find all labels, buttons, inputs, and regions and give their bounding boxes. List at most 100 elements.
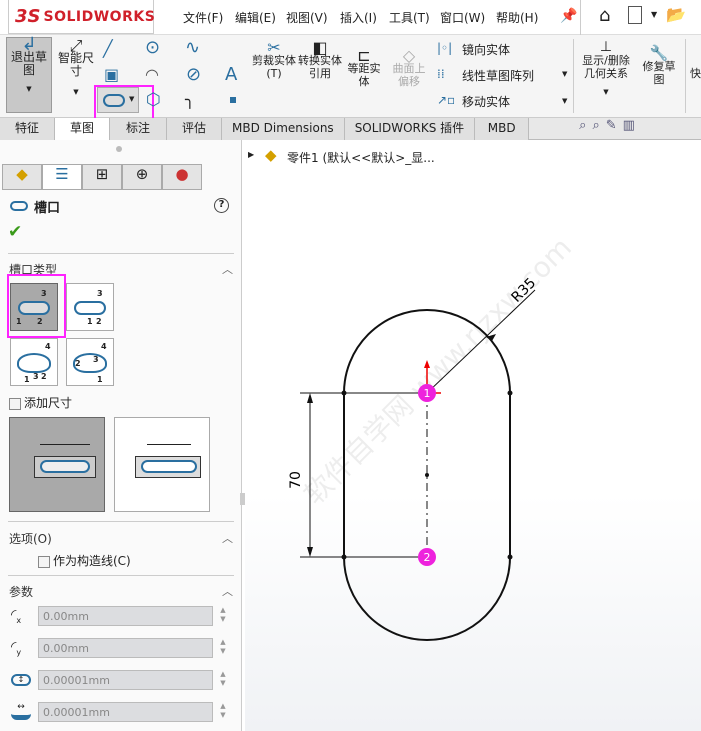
dimension-line — [40, 444, 90, 445]
tab-sketch[interactable]: 草图 — [55, 118, 110, 140]
sketch-point[interactable] — [507, 390, 513, 396]
spinner[interactable]: ▲ ▼ — [215, 638, 231, 658]
offset-entities-button[interactable]: ⊏ 等距实体 — [344, 46, 384, 89]
command-tabs: 特征 草图 标注 评估 MBD Dimensions SOLIDWORKS 插件… — [0, 118, 701, 140]
feature-manager-tab-icon[interactable]: ◆ — [2, 164, 42, 190]
three-point-arc-slot-button[interactable]: 1 3 2 4 — [10, 338, 58, 386]
convert-icon: ◧ — [312, 38, 328, 57]
offset-on-surface-button[interactable]: ◇ 曲面上偏移 — [389, 48, 429, 89]
offset-icon: ⊏ — [357, 46, 371, 65]
radius-dimension[interactable]: R35 — [509, 275, 540, 306]
smart-dimension-button[interactable]: ⤢ 智能尺寸 ▼ — [54, 38, 98, 99]
length-dimension[interactable]: 70 — [288, 471, 304, 489]
menu-view[interactable]: 视图(V) — [286, 9, 328, 26]
sketch-point[interactable] — [341, 554, 347, 560]
centerpoint-arc-slot-button[interactable]: 2 3 4 1 — [66, 338, 114, 386]
centerpoint-slot-icon — [74, 301, 106, 315]
tab-mbd-dimensions[interactable]: MBD Dimensions — [222, 118, 345, 140]
manager-tabs: ◆ ☰ ⊞ ⊕ ● — [2, 164, 202, 190]
center-y-input[interactable]: 0.00mm — [38, 638, 213, 658]
slot-center-point[interactable] — [425, 473, 429, 477]
divider — [685, 39, 686, 113]
chevron-down-icon[interactable]: ▼ — [651, 10, 657, 19]
construction-checkbox[interactable]: 作为构造线(C) — [38, 552, 131, 569]
command-manager: ↲ 退出草图 ▼ ⤢ 智能尺寸 ▼ ╱ ⊙ ∿ ▣ ◠ ⊘ A ▼ ⬡ ╮ ✂ … — [0, 35, 701, 120]
center-x-input[interactable]: 0.00mm — [38, 606, 213, 626]
menu-edit[interactable]: 编辑(E) — [235, 9, 276, 26]
quick-snaps-button[interactable]: 快 — [690, 65, 701, 81]
property-manager-tab-icon[interactable]: ☰ — [42, 164, 82, 190]
arc-icon[interactable]: ◠ — [145, 65, 159, 84]
repair-sketch-button[interactable]: 🔧 修复草图 — [638, 46, 680, 87]
trim-entities-button[interactable]: ✂ 剪裁实体(T) — [252, 38, 296, 81]
menu-window[interactable]: 窗口(W) — [440, 9, 485, 26]
home-icon[interactable]: ⌂ — [599, 5, 610, 26]
divider — [8, 253, 234, 254]
open-file-icon[interactable]: 📂 — [666, 5, 686, 24]
help-icon[interactable]: ? — [214, 198, 229, 213]
collapse-icon[interactable]: ︿ — [222, 261, 233, 277]
collapse-icon[interactable]: ︿ — [222, 583, 233, 599]
exit-sketch-button[interactable]: ↲ 退出草图 ▼ — [6, 36, 52, 113]
checkbox[interactable] — [38, 555, 50, 568]
fillet-icon[interactable]: ╮ — [185, 90, 195, 109]
menu-file[interactable]: 文件(F) — [183, 9, 223, 26]
tab-mbd[interactable]: MBD — [475, 118, 530, 140]
spinner[interactable]: ▲ ▼ — [215, 670, 231, 690]
linear-pattern-icon: ⁞⁞ — [437, 67, 445, 81]
spinner[interactable]: ▲ ▼ — [215, 606, 231, 626]
polygon-icon[interactable]: ⬡ — [146, 90, 161, 110]
spinner[interactable]: ▲ ▼ — [215, 702, 231, 722]
slot-shape — [40, 460, 90, 473]
tab-markup[interactable]: 标注 — [110, 118, 167, 140]
dimxpert-tab-icon[interactable]: ⊕ — [122, 164, 162, 190]
slot-length-input[interactable]: 0.00001mm — [38, 702, 213, 722]
menu-tools[interactable]: 工具(T) — [389, 9, 430, 26]
add-dimensions-checkbox[interactable]: 添加尺寸 — [9, 394, 72, 411]
ellipse-icon[interactable]: ⊘ — [186, 64, 201, 85]
mirror-entities-button[interactable]: 镜向实体 — [462, 41, 510, 58]
slot-width-input[interactable]: 0.00001mm — [38, 670, 213, 690]
solidworks-logo[interactable]: 3S SOLIDWORKS — [8, 0, 155, 34]
linear-pattern-button[interactable]: 线性草图阵列 — [462, 67, 534, 84]
mirror-icon: |◦| — [437, 41, 453, 55]
display-manager-tab-icon[interactable]: ● — [162, 164, 202, 190]
overall-length-button[interactable] — [9, 417, 105, 512]
chevron-down-icon[interactable]: ▼ — [562, 97, 567, 105]
rectangle-icon[interactable]: ▣ — [104, 65, 119, 84]
text-icon[interactable]: A — [225, 64, 237, 85]
ok-check-icon[interactable]: ✔ — [8, 222, 22, 242]
move-entities-button[interactable]: 移动实体 — [462, 93, 510, 110]
chevron-down-icon[interactable]: ▼ — [562, 70, 567, 78]
checkbox[interactable] — [9, 397, 21, 410]
graphics-area[interactable]: ▶ ◆ 零件1 (默认<<默认>_显... 软件自学网 www.rjzxw.co… — [245, 140, 701, 731]
pin-icon[interactable]: 📌 — [560, 8, 577, 24]
configuration-manager-tab-icon[interactable]: ⊞ — [82, 164, 122, 190]
resize-handle[interactable] — [116, 146, 122, 152]
parameters-heading: 参数 — [9, 585, 34, 599]
tab-solidworks-addins[interactable]: SOLIDWORKS 插件 — [344, 118, 476, 140]
convert-entities-button[interactable]: ◧ 转换实体引用 — [298, 38, 342, 81]
display-relations-button[interactable]: ⊥ 显示/删除几何关系 ▼ — [578, 40, 634, 99]
new-file-icon[interactable] — [628, 6, 642, 24]
view-tools-icons[interactable]: ⌕⌕✎▥ — [579, 118, 641, 139]
line-icon[interactable]: ╱ — [103, 39, 113, 58]
center-to-center-button[interactable] — [114, 417, 210, 512]
centerpoint-straight-slot-button[interactable]: 1 2 3 — [66, 283, 114, 331]
tab-evaluate[interactable]: 评估 — [167, 118, 222, 140]
menu-insert[interactable]: 插入(I) — [340, 9, 377, 26]
point-icon[interactable] — [230, 97, 236, 103]
circle-icon[interactable]: ⊙ — [145, 37, 160, 58]
chevron-down-icon: ▼ — [603, 88, 609, 96]
tab-features[interactable]: 特征 — [0, 118, 55, 140]
highlight-box — [94, 85, 154, 120]
spline-icon[interactable]: ∿ — [185, 37, 200, 58]
trim-icon: ✂ — [267, 38, 281, 57]
divider — [580, 0, 581, 35]
chevron-down-icon: ▼ — [73, 88, 79, 96]
sketch-point[interactable] — [341, 390, 347, 396]
sketch-point[interactable] — [507, 554, 513, 560]
slot-length-icon: ↔ — [11, 702, 31, 720]
menu-help[interactable]: 帮助(H) — [496, 9, 538, 26]
collapse-icon[interactable]: ︿ — [222, 530, 233, 546]
